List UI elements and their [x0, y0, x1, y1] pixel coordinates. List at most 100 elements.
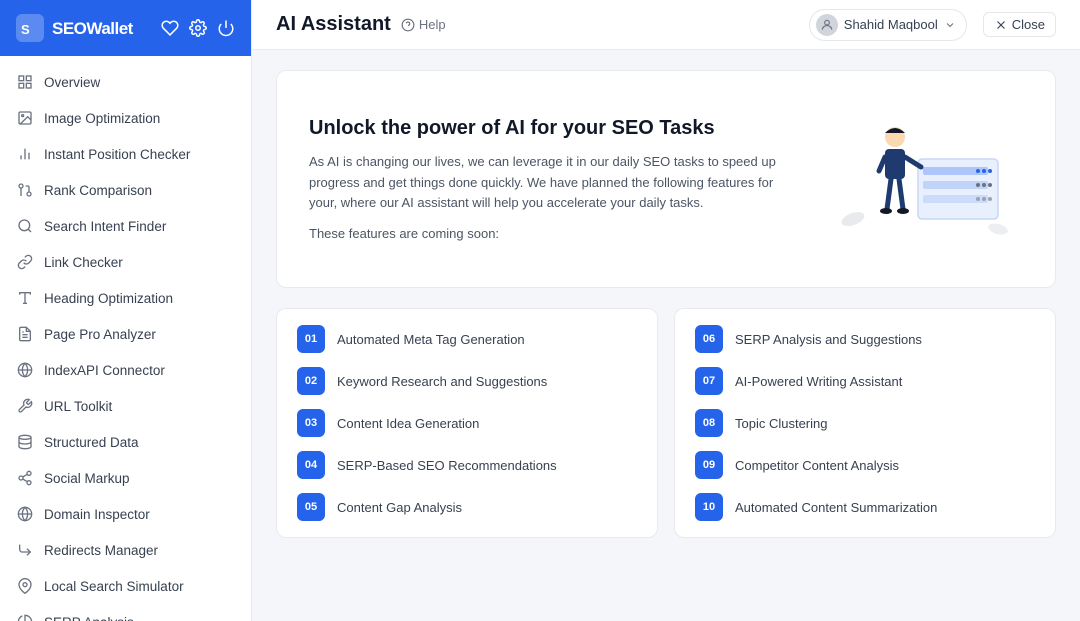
svg-text:S: S [21, 22, 30, 37]
feature-item-2: 02 Keyword Research and Suggestions [297, 367, 637, 395]
sidebar-item-label: Image Optimization [44, 111, 160, 126]
feature-num-9: 09 [695, 451, 723, 479]
feature-label-9: Competitor Content Analysis [735, 458, 899, 473]
feature-label-4: SERP-Based SEO Recommendations [337, 458, 557, 473]
sidebar-item-label: Search Intent Finder [44, 219, 166, 234]
feature-item-8: 08 Topic Clustering [695, 409, 1035, 437]
grid-icon [16, 73, 34, 91]
sidebar-item-indexapi-connector[interactable]: IndexAPI Connector [0, 352, 251, 388]
sidebar-logo: SEOWallet [52, 18, 133, 39]
feature-item-4: 04 SERP-Based SEO Recommendations [297, 451, 637, 479]
feature-item-3: 03 Content Idea Generation [297, 409, 637, 437]
search-icon [16, 217, 34, 235]
sidebar-item-label: Page Pro Analyzer [44, 327, 156, 342]
logo-icon: S [16, 14, 44, 42]
image-icon [16, 109, 34, 127]
feature-item-6: 06 SERP Analysis and Suggestions [695, 325, 1035, 353]
file-text-icon [16, 325, 34, 343]
sidebar-item-url-toolkit[interactable]: URL Toolkit [0, 388, 251, 424]
sidebar-item-overview[interactable]: Overview [0, 64, 251, 100]
main: AI Assistant Help Shahid Maqbool Close U [252, 0, 1080, 621]
feature-num-4: 04 [297, 451, 325, 479]
sidebar-item-label: Domain Inspector [44, 507, 150, 522]
sidebar-item-domain-inspector[interactable]: Domain Inspector [0, 496, 251, 532]
sidebar-item-rank-comparison[interactable]: Rank Comparison [0, 172, 251, 208]
feature-num-1: 01 [297, 325, 325, 353]
hero-card: Unlock the power of AI for your SEO Task… [276, 70, 1056, 288]
feature-card-left: 01 Automated Meta Tag Generation 02 Keyw… [276, 308, 658, 538]
feature-item-9: 09 Competitor Content Analysis [695, 451, 1035, 479]
feature-item-1: 01 Automated Meta Tag Generation [297, 325, 637, 353]
topbar-right: Shahid Maqbool Close [809, 9, 1056, 41]
sidebar-item-heading-optimization[interactable]: Heading Optimization [0, 280, 251, 316]
feature-num-2: 02 [297, 367, 325, 395]
settings-icon[interactable] [189, 19, 207, 37]
sidebar-item-image-optimization[interactable]: Image Optimization [0, 100, 251, 136]
sidebar-item-label: Local Search Simulator [44, 579, 184, 594]
feature-num-8: 08 [695, 409, 723, 437]
sidebar-item-link-checker[interactable]: Link Checker [0, 244, 251, 280]
feature-num-3: 03 [297, 409, 325, 437]
user-badge[interactable]: Shahid Maqbool [809, 9, 967, 41]
feature-card-right: 06 SERP Analysis and Suggestions 07 AI-P… [674, 308, 1056, 538]
pie-chart-icon [16, 613, 34, 621]
sidebar-item-label: Redirects Manager [44, 543, 158, 558]
feature-label-8: Topic Clustering [735, 416, 828, 431]
sidebar-nav: Overview Image Optimization Instant Posi… [0, 56, 251, 621]
sidebar-item-label: IndexAPI Connector [44, 363, 165, 378]
tool-icon [16, 397, 34, 415]
help-link[interactable]: Help [401, 17, 446, 32]
feature-item-7: 07 AI-Powered Writing Assistant [695, 367, 1035, 395]
sidebar-item-structured-data[interactable]: Structured Data [0, 424, 251, 460]
hero-coming-soon: These features are coming soon: [309, 226, 803, 241]
page-title: AI Assistant [276, 13, 391, 36]
content-area: Unlock the power of AI for your SEO Task… [252, 50, 1080, 621]
link-icon [16, 253, 34, 271]
features-grid: 01 Automated Meta Tag Generation 02 Keyw… [276, 308, 1056, 538]
feature-item-10: 10 Automated Content Summarization [695, 493, 1035, 521]
hero-title: Unlock the power of AI for your SEO Task… [309, 117, 803, 140]
close-label: Close [1012, 17, 1045, 32]
git-compare-icon [16, 181, 34, 199]
help-label: Help [419, 17, 446, 32]
sidebar-item-instant-position-checker[interactable]: Instant Position Checker [0, 136, 251, 172]
sidebar: S SEOWallet Overview Image Optimization … [0, 0, 252, 621]
heart-icon[interactable] [161, 19, 179, 37]
sidebar-item-label: Social Markup [44, 471, 130, 486]
api-icon [16, 361, 34, 379]
sidebar-item-label: Rank Comparison [44, 183, 152, 198]
hero-text: Unlock the power of AI for your SEO Task… [309, 117, 803, 241]
globe-icon [16, 505, 34, 523]
feature-label-7: AI-Powered Writing Assistant [735, 374, 902, 389]
chevron-down-icon [944, 19, 956, 31]
sidebar-item-redirects-manager[interactable]: Redirects Manager [0, 532, 251, 568]
sidebar-item-page-pro-analyzer[interactable]: Page Pro Analyzer [0, 316, 251, 352]
heading-icon [16, 289, 34, 307]
bar-chart-icon [16, 145, 34, 163]
feature-num-5: 05 [297, 493, 325, 521]
sidebar-item-label: Overview [44, 75, 100, 90]
share-icon [16, 469, 34, 487]
sidebar-item-local-search-simulator[interactable]: Local Search Simulator [0, 568, 251, 604]
sidebar-header-icons [161, 19, 235, 37]
feature-label-1: Automated Meta Tag Generation [337, 332, 525, 347]
sidebar-item-search-intent-finder[interactable]: Search Intent Finder [0, 208, 251, 244]
map-pin-icon [16, 577, 34, 595]
sidebar-item-label: URL Toolkit [44, 399, 112, 414]
sidebar-item-label: Link Checker [44, 255, 123, 270]
power-icon[interactable] [217, 19, 235, 37]
redirect-icon [16, 541, 34, 559]
sidebar-item-serp-analysis[interactable]: SERP Analysis [0, 604, 251, 621]
feature-num-7: 07 [695, 367, 723, 395]
topbar: AI Assistant Help Shahid Maqbool Close [252, 0, 1080, 50]
sidebar-item-social-markup[interactable]: Social Markup [0, 460, 251, 496]
user-name: Shahid Maqbool [844, 17, 938, 32]
feature-label-6: SERP Analysis and Suggestions [735, 332, 922, 347]
sidebar-item-label: Instant Position Checker [44, 147, 190, 162]
hero-body: As AI is changing our lives, we can leve… [309, 152, 789, 214]
close-button[interactable]: Close [983, 12, 1056, 37]
help-circle-icon [401, 18, 415, 32]
sidebar-item-label: Structured Data [44, 435, 139, 450]
sidebar-item-label: Heading Optimization [44, 291, 173, 306]
feature-label-5: Content Gap Analysis [337, 500, 462, 515]
